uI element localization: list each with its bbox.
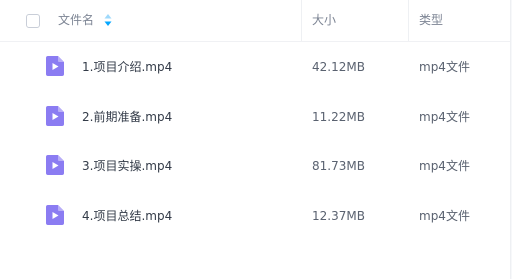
file-name[interactable]: 3.项目实操.mp4 (82, 158, 172, 174)
column-header-size[interactable]: 大小 (312, 12, 336, 28)
video-file-icon (46, 56, 64, 76)
file-row[interactable]: 4.项目总结.mp4 12.37MB mp4文件 (0, 191, 511, 241)
file-row[interactable]: 1.项目介绍.mp4 42.12MB mp4文件 (0, 42, 511, 92)
file-size: 11.22MB (312, 110, 365, 124)
column-divider[interactable] (301, 0, 302, 41)
file-size: 42.12MB (312, 60, 365, 74)
file-row[interactable]: 2.前期准备.mp4 11.22MB mp4文件 (0, 92, 511, 142)
file-name[interactable]: 2.前期准备.mp4 (82, 109, 172, 125)
column-divider[interactable] (408, 0, 409, 41)
file-type: mp4文件 (419, 159, 470, 173)
select-all-checkbox[interactable] (26, 14, 40, 28)
column-header-name[interactable]: 文件名 (58, 12, 94, 28)
file-size: 81.73MB (312, 159, 365, 173)
column-header-type[interactable]: 类型 (419, 12, 443, 28)
video-file-icon (46, 155, 64, 175)
file-type: mp4文件 (419, 60, 470, 74)
file-size: 12.37MB (312, 209, 365, 223)
file-list-header: 文件名 大小 类型 (0, 0, 510, 42)
sort-arrows-icon[interactable] (104, 13, 112, 27)
video-file-icon (46, 106, 64, 126)
file-type: mp4文件 (419, 209, 470, 223)
file-row[interactable]: 3.项目实操.mp4 81.73MB mp4文件 (0, 141, 511, 191)
file-name[interactable]: 1.项目介绍.mp4 (82, 59, 172, 75)
file-name[interactable]: 4.项目总结.mp4 (82, 208, 172, 224)
video-file-icon (46, 205, 64, 225)
file-list-panel: 文件名 大小 类型 1.项目介绍.mp4 42.12MB mp4文件 2.前期准… (0, 0, 511, 279)
file-type: mp4文件 (419, 110, 470, 124)
